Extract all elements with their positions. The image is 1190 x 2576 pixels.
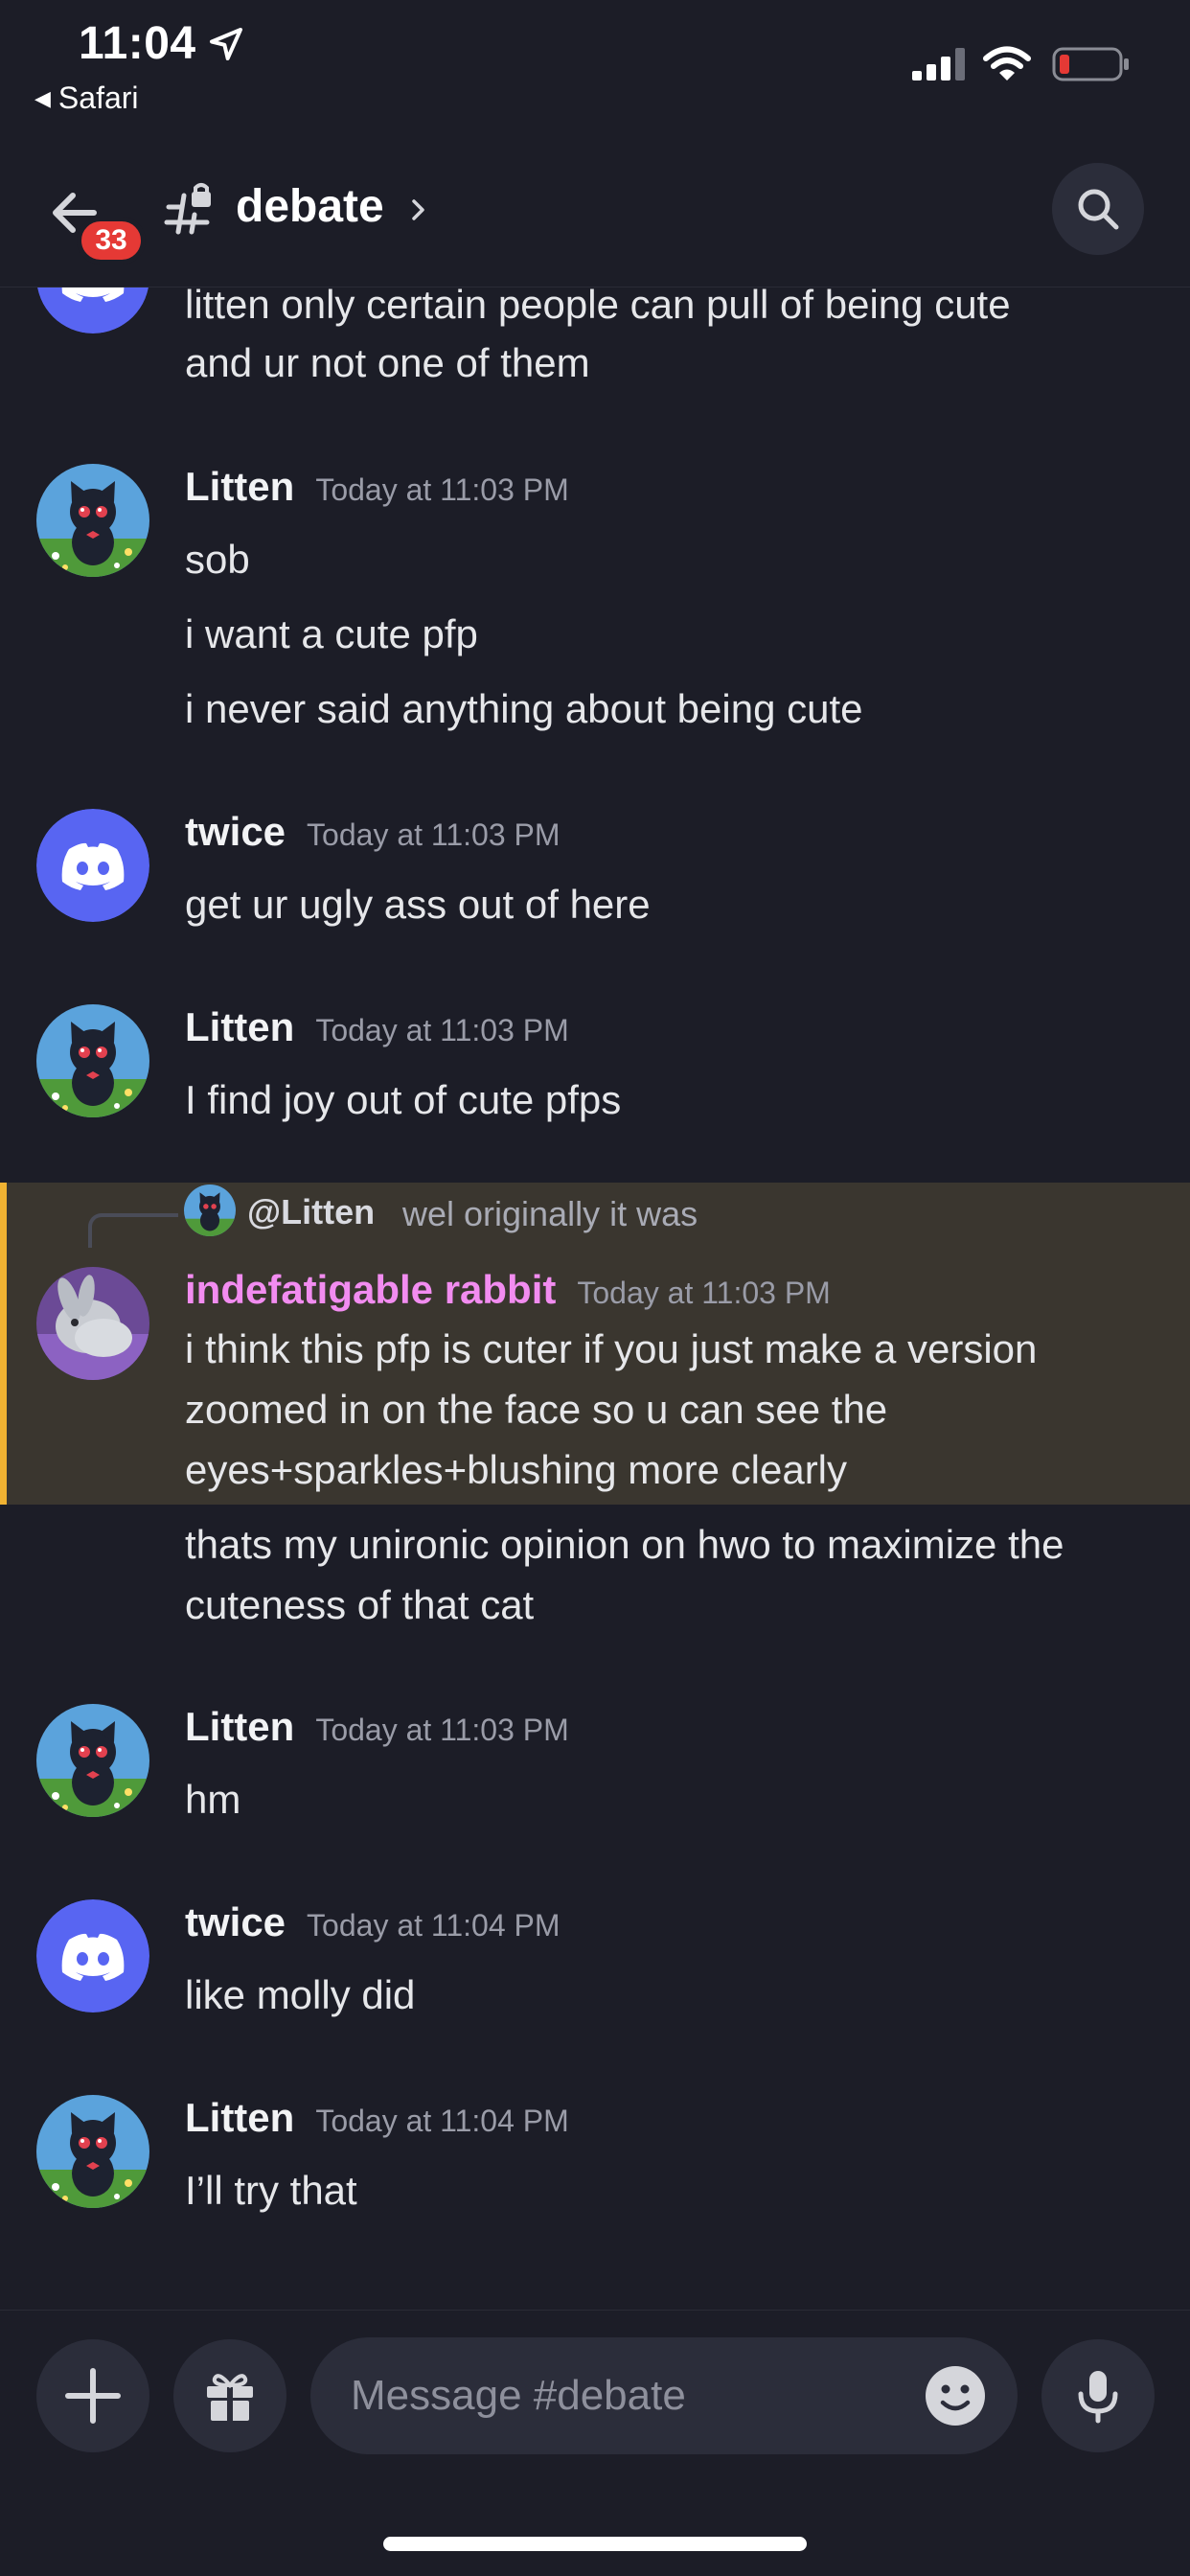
- message-timestamp: Today at 11:04 PM: [307, 1908, 561, 1943]
- message-composer: [0, 2310, 1190, 2576]
- message-author[interactable]: Litten Today at 11:03 PM: [185, 464, 569, 510]
- status-bar: 11:04 ◀ Safari: [0, 0, 1190, 134]
- discord-logo-icon: [36, 809, 149, 922]
- avatar-litten[interactable]: [36, 464, 149, 577]
- message-line: thats my unironic opinion on hwo to maxi…: [185, 1522, 1064, 1567]
- reply-connector: [88, 1213, 178, 1248]
- battery-icon: [1052, 47, 1129, 81]
- wifi-icon: [983, 46, 1031, 80]
- signal-icon: [912, 48, 965, 80]
- message-author[interactable]: Litten Today at 11:04 PM: [185, 2095, 569, 2141]
- author-name[interactable]: twice: [185, 809, 286, 854]
- author-name[interactable]: indefatigable rabbit: [185, 1267, 556, 1312]
- message-list[interactable]: litten only certain people can pull of b…: [0, 288, 1190, 2310]
- message-line: litten only certain people can pull of b…: [185, 288, 1011, 327]
- message-line: sob: [185, 537, 250, 582]
- message-line: I find joy out of cute pfps: [185, 1077, 622, 1122]
- message-line: like molly did: [185, 1972, 416, 2017]
- cat-avatar-icon: [36, 464, 149, 577]
- chevron-right-icon: [412, 199, 424, 220]
- avatar-discord[interactable]: [36, 809, 149, 922]
- avatar-discord[interactable]: [36, 288, 149, 334]
- emoji-icon[interactable]: [924, 2364, 987, 2427]
- message-timestamp: Today at 11:03 PM: [315, 1713, 569, 1747]
- message-line: get ur ugly ass out of here: [185, 882, 651, 927]
- message-line: cuteness of that cat: [185, 1582, 535, 1627]
- discord-logo-icon: [37, 288, 149, 334]
- voice-message-button[interactable]: [1041, 2339, 1155, 2452]
- unread-badge: 33: [77, 217, 146, 264]
- author-name[interactable]: Litten: [185, 1004, 294, 1049]
- message-timestamp: Today at 11:03 PM: [315, 1013, 569, 1047]
- message-input-wrap[interactable]: [310, 2337, 1018, 2454]
- reply-avatar[interactable]: [184, 1184, 236, 1236]
- avatar-discord[interactable]: [36, 1899, 149, 2012]
- avatar-rabbit[interactable]: [36, 1267, 149, 1380]
- status-time: 11:04: [79, 18, 196, 69]
- author-name[interactable]: Litten: [185, 2095, 294, 2140]
- mention-bar: [0, 1183, 7, 1505]
- avatar-litten[interactable]: [36, 2095, 149, 2208]
- cat-avatar-icon: [184, 1184, 236, 1236]
- message-line: i think this pfp is cuter if you just ma…: [185, 1326, 1038, 1371]
- cat-avatar-icon: [36, 1704, 149, 1817]
- channel-hash-icon: [164, 183, 211, 235]
- add-attachment-button[interactable]: [36, 2339, 149, 2452]
- search-button[interactable]: [1052, 163, 1144, 255]
- microphone-icon: [1078, 2371, 1118, 2424]
- message-timestamp: Today at 11:03 PM: [315, 472, 569, 507]
- message-line: i never said anything about being cute: [185, 686, 863, 731]
- plus-icon: [65, 2368, 121, 2424]
- avatar-litten[interactable]: [36, 1704, 149, 1817]
- author-name[interactable]: Litten: [185, 464, 294, 509]
- channel-name[interactable]: debate: [236, 180, 384, 233]
- message-line: hm: [185, 1777, 241, 1822]
- message-author[interactable]: twice Today at 11:03 PM: [185, 809, 561, 855]
- cat-avatar-icon: [36, 2095, 149, 2208]
- message-input[interactable]: [351, 2337, 868, 2454]
- home-indicator[interactable]: [383, 2537, 807, 2551]
- message-line: zoomed in on the face so u can see the: [185, 1387, 888, 1432]
- location-arrow-icon: [210, 28, 242, 60]
- author-name[interactable]: Litten: [185, 1704, 294, 1749]
- message-author[interactable]: Litten Today at 11:03 PM: [185, 1004, 569, 1050]
- message-timestamp: Today at 11:04 PM: [315, 2104, 569, 2138]
- message-line: eyes+sparkles+blushing more clearly: [185, 1447, 848, 1492]
- search-icon: [1078, 189, 1119, 230]
- gift-icon: [207, 2374, 253, 2421]
- message-line: I’ll try that: [185, 2168, 357, 2213]
- message-author[interactable]: indefatigable rabbit Today at 11:03 PM: [185, 1267, 831, 1313]
- message-author[interactable]: twice Today at 11:04 PM: [185, 1899, 561, 1945]
- reply-author[interactable]: @Litten: [247, 1192, 375, 1232]
- gift-button[interactable]: [173, 2339, 286, 2452]
- message-line: i want a cute pfp: [185, 611, 478, 656]
- message-author[interactable]: Litten Today at 11:03 PM: [185, 1704, 569, 1750]
- discord-logo-icon: [36, 1899, 149, 2012]
- message-timestamp: Today at 11:03 PM: [577, 1276, 831, 1310]
- back-triangle-icon: ◀: [34, 86, 51, 110]
- reply-preview[interactable]: wel originally it was: [402, 1194, 698, 1234]
- message-timestamp: Today at 11:03 PM: [307, 817, 561, 852]
- rabbit-avatar-icon: [36, 1267, 149, 1380]
- avatar-litten[interactable]: [36, 1004, 149, 1117]
- channel-header: 33 debate: [0, 153, 1190, 288]
- message-line: and ur not one of them: [185, 340, 590, 385]
- back-app-label: Safari: [57, 80, 139, 115]
- back-to-app-button[interactable]: ◀ Safari: [34, 80, 139, 116]
- author-name[interactable]: twice: [185, 1899, 286, 1944]
- cat-avatar-icon: [36, 1004, 149, 1117]
